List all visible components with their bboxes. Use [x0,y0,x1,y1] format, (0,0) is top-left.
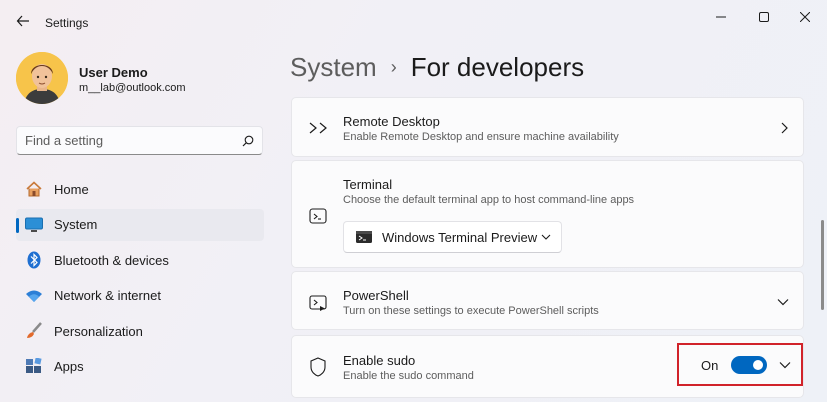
sudo-toggle[interactable] [731,356,767,374]
powershell-icon [307,292,329,314]
chevron-down-icon [541,230,551,245]
home-icon [24,179,44,199]
terminal-desc: Choose the default terminal app to host … [343,194,635,206]
sidebar-item-personalization[interactable]: Personalization [16,315,264,347]
powershell-desc: Turn on these settings to execute PowerS… [343,305,599,317]
sidebar-nav: Home System Bluetooth & devices Network … [16,173,264,386]
toggle-knob [753,360,763,370]
sidebar-item-bluetooth-devices[interactable]: Bluetooth & devices [16,244,264,276]
sidebar-item-label: Network & internet [54,288,161,303]
chevron-down-icon[interactable] [775,294,791,310]
sidebar-item-label: Home [54,181,89,197]
system-icon [24,215,44,235]
powershell-title: PowerShell [343,288,409,303]
breadcrumb-separator: › [390,57,397,77]
brush-icon [24,321,44,341]
sudo-title: Enable sudo [343,353,416,368]
sidebar-item-label: Bluetooth & devices [54,252,169,268]
remote-desktop-desc: Enable Remote Desktop and ensure machine… [343,131,619,143]
remote-desktop-icon [307,117,329,139]
chevron-down-icon[interactable] [777,357,793,373]
sudo-toggle-highlight: On [677,343,803,386]
sidebar-item-label: Apps [54,359,84,374]
user-email: m__lab@outlook.com [79,82,186,94]
breadcrumb-parent[interactable]: System [290,52,377,83]
wifi-icon [24,286,44,306]
windows-terminal-icon [356,231,372,243]
powershell-card[interactable]: PowerShell Turn on these settings to exe… [291,271,804,330]
terminal-card: Terminal Choose the default terminal app… [291,160,804,268]
sidebar-item-system[interactable]: System [16,208,264,241]
search-icon[interactable] [242,135,254,147]
terminal-title: Terminal [343,177,393,192]
maximize-icon [759,12,769,22]
sudo-toggle-state: On [701,358,719,373]
sidebar-item-apps[interactable]: Apps [16,351,264,383]
shield-icon [307,356,329,378]
sudo-desc: Enable the sudo command [343,370,474,382]
search-input[interactable] [25,133,242,148]
bluetooth-icon [24,250,44,270]
close-icon [800,12,810,22]
terminal-icon [307,205,329,227]
scrollbar[interactable] [821,220,824,310]
terminal-app-dropdown[interactable]: Windows Terminal Preview [343,221,562,253]
minimize-button[interactable] [706,6,736,28]
back-button[interactable] [12,10,34,32]
minimize-icon [716,16,726,18]
user-avatar-icon [16,52,68,104]
title-bar: Settings [0,0,827,40]
sidebar-item-label: Personalization [54,323,143,339]
chevron-right-icon [776,120,792,136]
sidebar-item-network-internet[interactable]: Network & internet [16,280,264,312]
app-title: Settings [45,16,89,30]
close-button[interactable] [790,6,820,28]
avatar[interactable] [16,52,68,104]
sidebar-item-home[interactable]: Home [16,173,264,205]
page-title: For developers [410,52,585,82]
breadcrumb: System › For developers [290,52,584,83]
user-name: User Demo [79,65,148,80]
remote-desktop-title: Remote Desktop [343,114,440,129]
remote-desktop-card[interactable]: Remote Desktop Enable Remote Desktop and… [291,97,804,157]
arrow-left-icon [16,15,29,27]
terminal-selected-value: Windows Terminal Preview [382,229,538,245]
search-box[interactable] [16,126,263,155]
apps-icon [24,357,44,377]
sidebar-item-label: System [54,217,98,232]
maximize-button[interactable] [749,6,779,28]
